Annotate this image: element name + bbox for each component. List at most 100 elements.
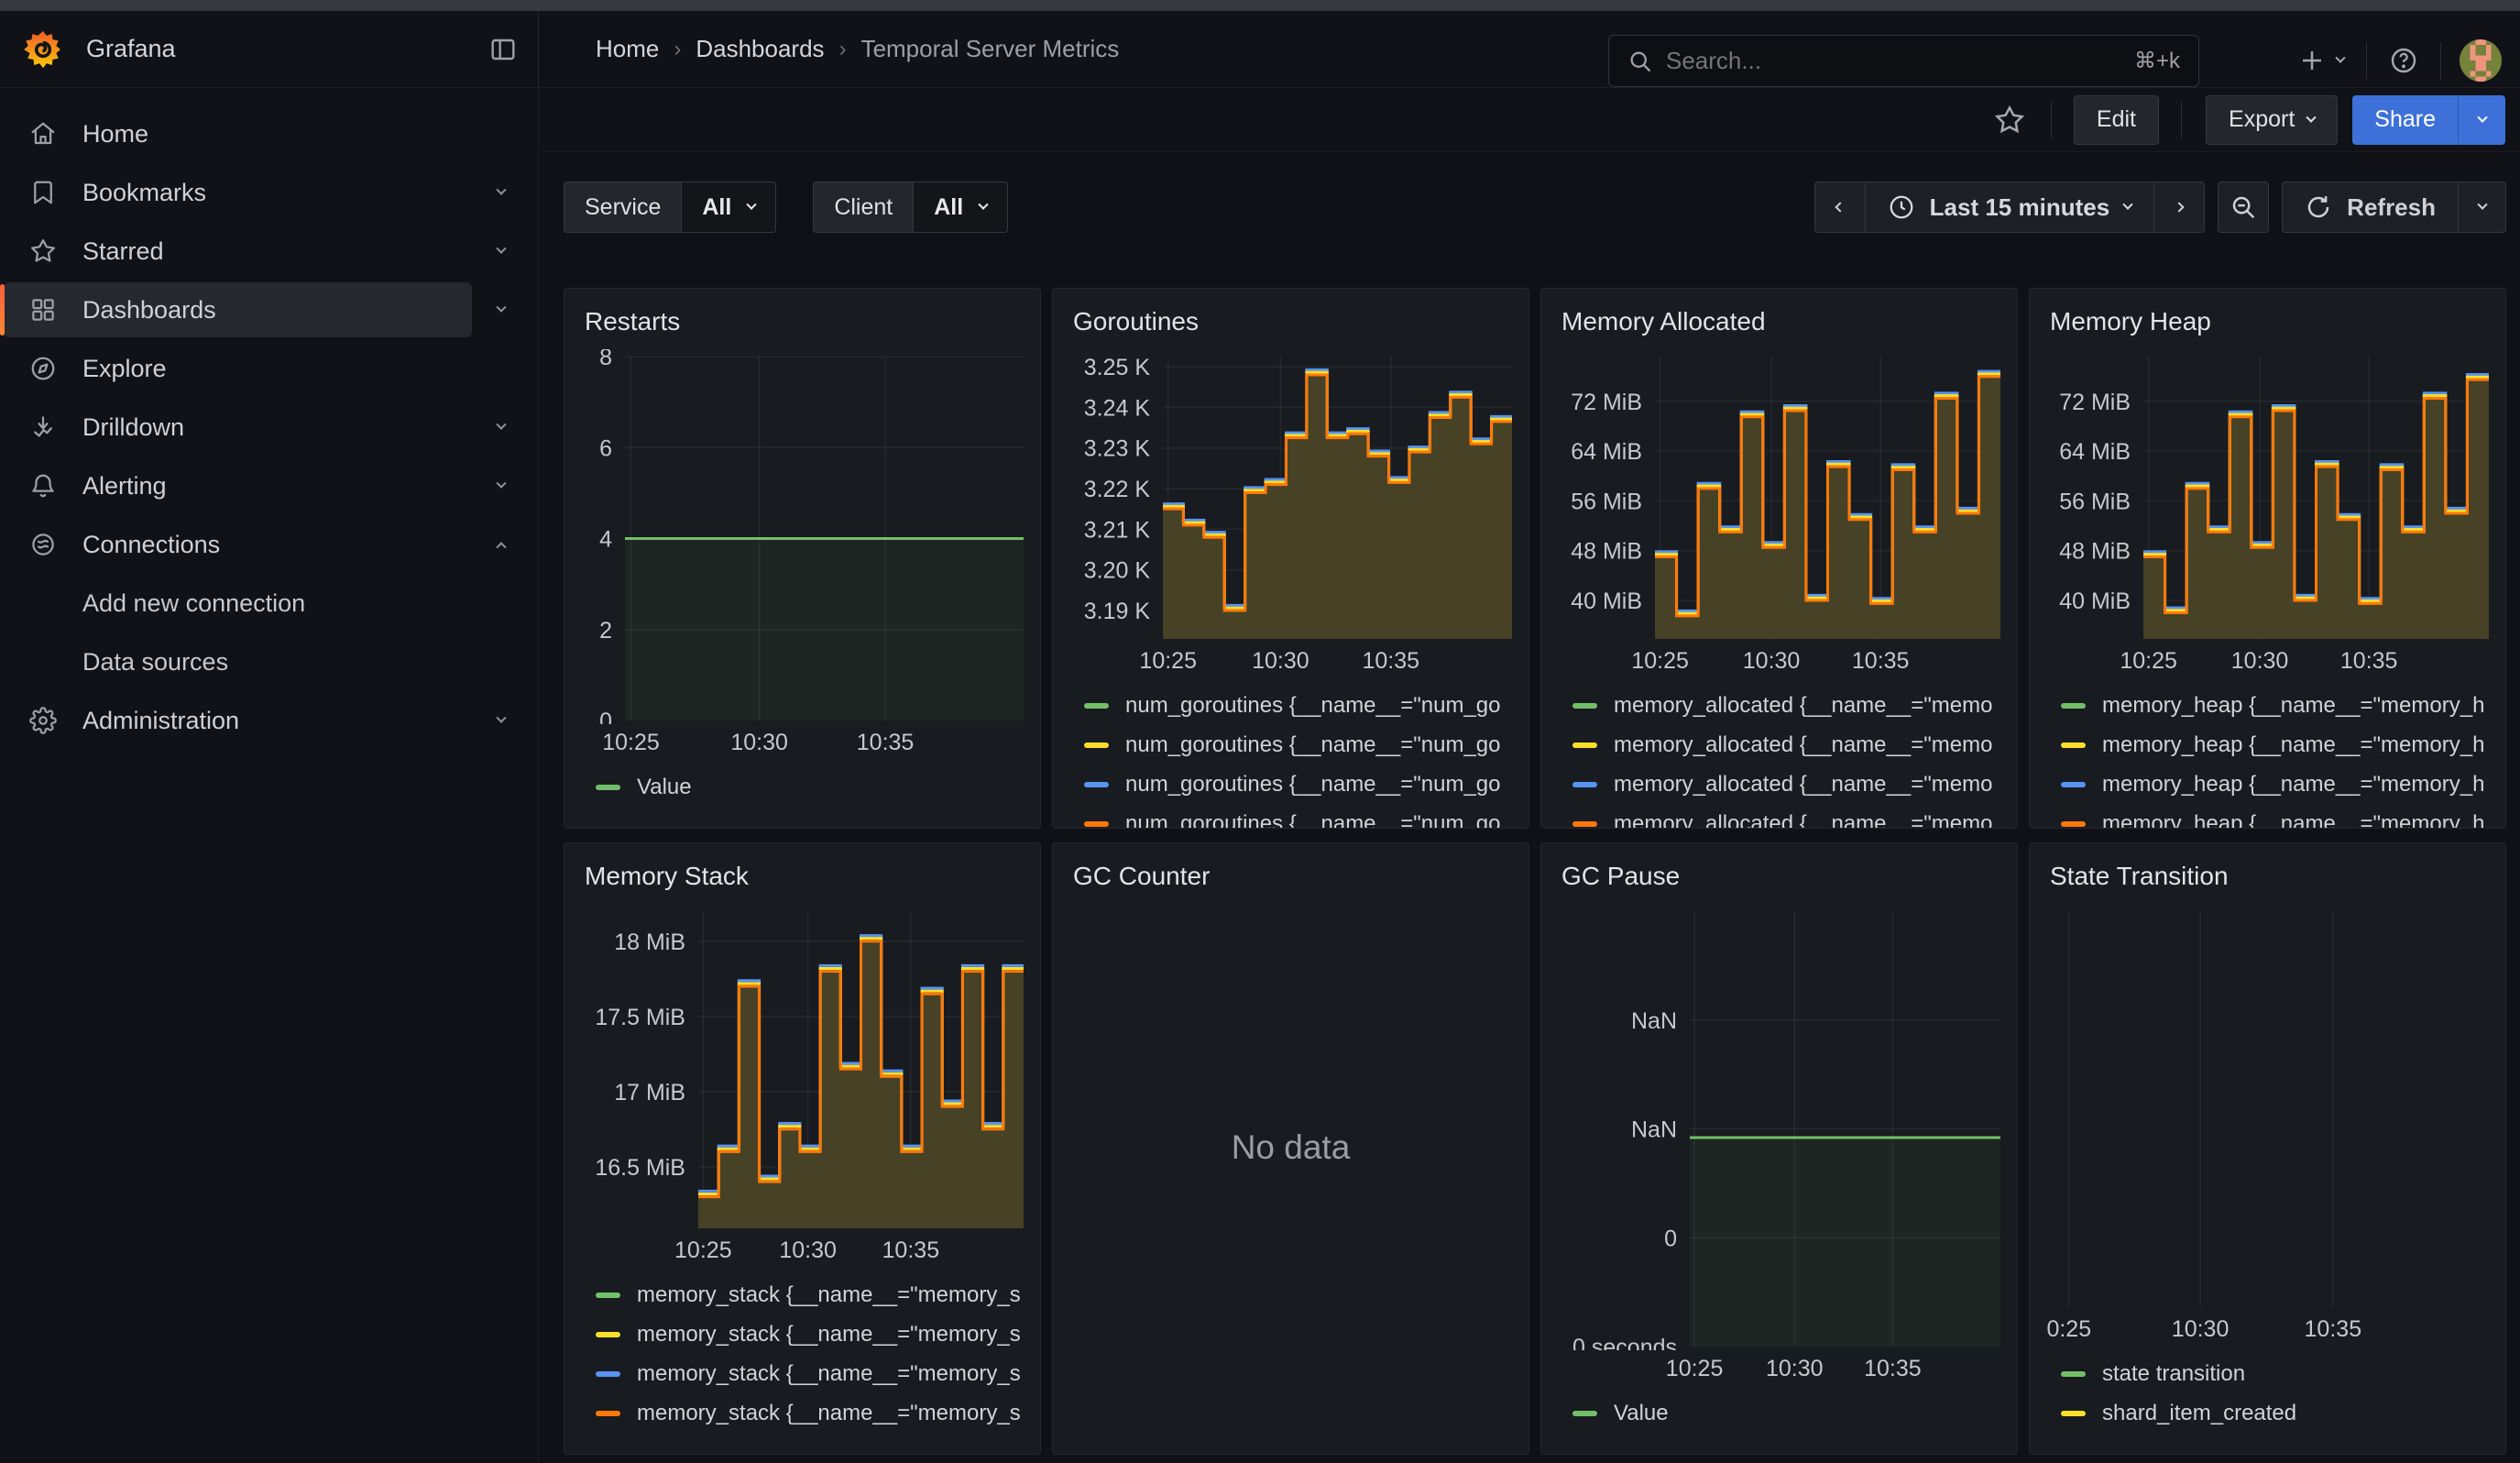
export-label: Export — [2229, 106, 2295, 133]
chart-plot-area[interactable] — [2033, 904, 2496, 1311]
panel-gc-counter[interactable]: GC CounterNo data — [1052, 842, 1529, 1455]
grafana-logo-icon — [22, 28, 64, 71]
sidebar-item-bookmarks[interactable]: Bookmarks — [0, 163, 538, 222]
svg-text:48 MiB: 48 MiB — [2059, 539, 2131, 565]
sidebar-item-drilldown[interactable]: Drilldown — [0, 398, 538, 456]
legend-item[interactable]: num_goroutines {__name__="num_go — [1084, 694, 1528, 718]
header-bar: Grafana Home › Dashboards › Temporal Ser… — [0, 11, 2520, 88]
legend-item[interactable]: num_goroutines {__name__="num_go — [1084, 733, 1528, 757]
service-filter-value[interactable]: All — [681, 182, 776, 233]
legend-item[interactable]: Value — [596, 776, 1040, 799]
add-button[interactable] — [2298, 47, 2344, 74]
sidebar-item-label: Alerting — [82, 472, 167, 500]
legend-item[interactable]: state transition — [2061, 1362, 2505, 1386]
legend-item[interactable]: memory_heap {__name__="memory_h — [2061, 694, 2505, 718]
legend-item[interactable]: memory_stack {__name__="memory_s — [596, 1402, 1040, 1425]
zoom-out-button[interactable] — [2218, 182, 2269, 233]
chart-plot-area[interactable]: 3.25 K3.24 K3.23 K3.22 K3.21 K3.20 K3.19… — [1057, 349, 1519, 643]
sidebar-item-administration[interactable]: Administration — [0, 691, 538, 750]
panel-memory-heap[interactable]: Memory Heap72 MiB64 MiB56 MiB48 MiB40 Mi… — [2029, 288, 2506, 829]
svg-text:18 MiB: 18 MiB — [614, 930, 685, 955]
refresh-interval-button[interactable] — [2459, 182, 2506, 233]
chevron-down-icon[interactable] — [496, 478, 506, 489]
chart-plot-area[interactable]: 86420 — [568, 349, 1031, 724]
time-back-button[interactable] — [1814, 182, 1866, 233]
sidebar-item-home[interactable]: Home — [0, 104, 538, 163]
svg-text:64 MiB: 64 MiB — [2059, 439, 2131, 465]
legend-item[interactable]: num_goroutines {__name__="num_go — [1084, 773, 1528, 797]
legend-item[interactable]: memory_allocated {__name__="memo — [1572, 694, 2017, 718]
sidebar-item-explore[interactable]: Explore — [0, 339, 538, 398]
panel-gc-pause[interactable]: GC PauseNaNNaN00 seconds10:2510:3010:35V… — [1540, 842, 2018, 1455]
panel-memory-allocated[interactable]: Memory Allocated72 MiB64 MiB56 MiB48 MiB… — [1540, 288, 2018, 829]
x-axis-tick: 10:25 — [1631, 648, 1689, 675]
sidebar-subitem-data-sources[interactable]: Data sources — [0, 632, 538, 691]
share-menu-button[interactable] — [2458, 95, 2505, 145]
chart-plot-area[interactable]: NaNNaN00 seconds — [1545, 904, 2008, 1350]
legend-item[interactable]: memory_stack {__name__="memory_s — [596, 1283, 1040, 1307]
chevron-down-icon[interactable] — [496, 420, 506, 430]
chevron-down-icon — [2306, 112, 2317, 122]
legend-item[interactable]: memory_allocated {__name__="memo — [1572, 733, 2017, 757]
search-box[interactable]: ⌘+k — [1608, 35, 2199, 87]
edit-button[interactable]: Edit — [2074, 95, 2159, 145]
legend-item[interactable]: shard_item_created — [2061, 1402, 2505, 1425]
chart-plot-area[interactable]: 72 MiB64 MiB56 MiB48 MiB40 MiB — [1545, 349, 2008, 643]
svg-text:4: 4 — [599, 527, 612, 553]
legend-item[interactable]: memory_heap {__name__="memory_h — [2061, 733, 2505, 757]
client-filter-value[interactable]: All — [913, 182, 1008, 233]
sidebar-item-connections[interactable]: Connections — [0, 515, 538, 574]
panel-memory-stack[interactable]: Memory Stack18 MiB17.5 MiB17 MiB16.5 MiB… — [564, 842, 1041, 1455]
x-axis-tick: 10:30 — [1252, 648, 1309, 675]
time-forward-button[interactable] — [2153, 182, 2205, 233]
search-input[interactable] — [1666, 47, 2134, 75]
x-axis-tick: 10:30 — [730, 730, 788, 756]
legend-label: num_goroutines {__name__="num_go — [1125, 772, 1501, 798]
legend-item[interactable]: memory_stack {__name__="memory_s — [596, 1323, 1040, 1347]
sidebar-toggle-icon[interactable] — [488, 35, 518, 64]
sidebar-item-starred[interactable]: Starred — [0, 222, 538, 280]
legend-item[interactable]: num_goroutines {__name__="num_go — [1084, 812, 1528, 828]
share-button[interactable]: Share — [2352, 95, 2458, 145]
legend-item[interactable]: memory_heap {__name__="memory_h — [2061, 773, 2505, 797]
panel-title: GC Pause — [1541, 843, 2017, 896]
help-icon[interactable] — [2389, 46, 2418, 75]
svg-text:3.25 K: 3.25 K — [1084, 355, 1151, 380]
chevron-down-icon[interactable] — [496, 244, 506, 254]
panel-state-transition[interactable]: State Transition0:2510:3010:35state tran… — [2029, 842, 2506, 1455]
panel-legend: num_goroutines {__name__="num_go num_goro… — [1084, 694, 1528, 828]
breadcrumb-dashboards[interactable]: Dashboards — [696, 35, 824, 63]
x-axis-tick: 10:35 — [882, 1238, 940, 1264]
star-dashboard-button[interactable] — [1994, 104, 2025, 136]
time-range-picker[interactable]: Last 15 minutes — [1866, 182, 2154, 233]
chevron-up-icon[interactable] — [496, 542, 506, 552]
breadcrumb-home[interactable]: Home — [596, 35, 659, 63]
filter-row: Service All Client All Last 15 minutes — [564, 182, 2506, 233]
legend-color-dash — [596, 1411, 620, 1416]
refresh-button[interactable]: Refresh — [2282, 182, 2459, 233]
legend-color-dash — [1572, 703, 1597, 709]
panel-restarts[interactable]: Restarts8642010:2510:3010:35Value — [564, 288, 1041, 829]
avatar[interactable] — [2460, 39, 2502, 82]
export-button[interactable]: Export — [2206, 95, 2338, 145]
chevron-down-icon[interactable] — [496, 185, 506, 195]
legend-item[interactable]: memory_stack {__name__="memory_s — [596, 1362, 1040, 1386]
sidebar-item-dashboards[interactable]: Dashboards — [0, 280, 538, 339]
sidebar-subitem-add-new-connection[interactable]: Add new connection — [0, 574, 538, 632]
svg-text:6: 6 — [599, 435, 612, 461]
sidebar-item-alerting[interactable]: Alerting — [0, 456, 538, 515]
panel-legend: memory_allocated {__name__="memo memory_a… — [1572, 694, 2017, 828]
chevron-down-icon — [2123, 200, 2133, 210]
legend-item[interactable]: memory_heap {__name__="memory_h — [2061, 812, 2505, 828]
legend-item[interactable]: Value — [1572, 1402, 2017, 1425]
chevron-down-icon[interactable] — [496, 713, 506, 723]
chevron-down-icon[interactable] — [496, 302, 506, 313]
chart-plot-area[interactable]: 72 MiB64 MiB56 MiB48 MiB40 MiB — [2033, 349, 2496, 643]
legend-color-dash — [2061, 703, 2086, 709]
panel-goroutines[interactable]: Goroutines3.25 K3.24 K3.23 K3.22 K3.21 K… — [1052, 288, 1529, 829]
svg-text:64 MiB: 64 MiB — [1571, 439, 1642, 465]
legend-item[interactable]: memory_allocated {__name__="memo — [1572, 773, 2017, 797]
chart-plot-area[interactable]: 18 MiB17.5 MiB17 MiB16.5 MiB — [568, 904, 1031, 1232]
legend-item[interactable]: memory_allocated {__name__="memo — [1572, 812, 2017, 828]
legend-label: shard_item_created — [2102, 1401, 2296, 1426]
